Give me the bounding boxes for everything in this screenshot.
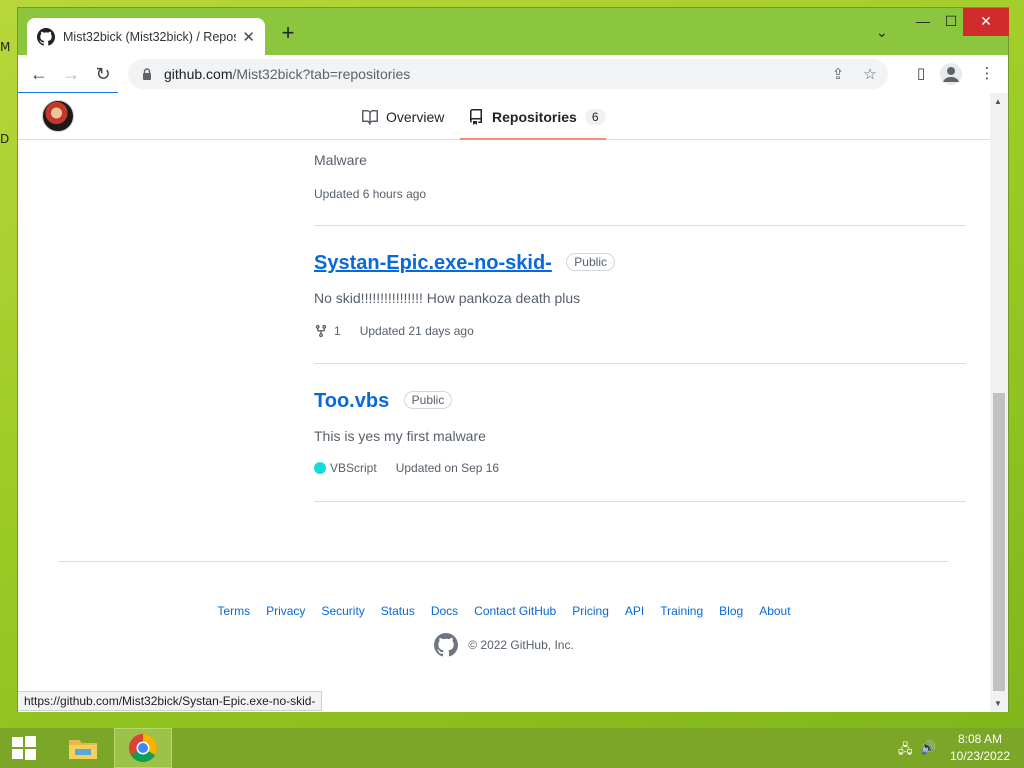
scroll-up-arrow-icon[interactable]: ▲: [994, 97, 1002, 106]
book-icon: [362, 109, 378, 125]
repo-description: Malware: [314, 152, 367, 168]
footer-link-status[interactable]: Status: [381, 604, 415, 618]
scroll-down-arrow-icon[interactable]: ▼: [994, 699, 1002, 708]
user-avatar[interactable]: [42, 100, 74, 132]
share-icon[interactable]: ⇪: [828, 65, 848, 85]
profile-nav: Overview Repositories 6: [18, 93, 990, 140]
tab-overview-label: Overview: [386, 109, 445, 125]
footer-link-about[interactable]: About: [759, 604, 790, 618]
side-panel-icon[interactable]: ▯: [910, 64, 932, 86]
clock-date: 10/23/2022: [949, 749, 1011, 763]
tab-title: Mist32bick (Mist32bick) / Repositories: [63, 30, 237, 44]
volume-icon[interactable]: 🔊: [920, 740, 936, 756]
tab-search-chevron-icon[interactable]: ⌄: [876, 24, 888, 41]
footer-link-docs[interactable]: Docs: [431, 604, 458, 618]
tab-repositories-label: Repositories: [492, 109, 577, 125]
lock-icon[interactable]: [142, 68, 152, 80]
clock-time: 8:08 AM: [957, 732, 1003, 746]
new-tab-button[interactable]: +: [276, 22, 300, 46]
visibility-badge: Public: [403, 391, 453, 409]
vertical-scrollbar[interactable]: ▲ ▼: [990, 93, 1008, 712]
repo-meta: VBScript Updated on Sep 16: [314, 461, 499, 475]
start-button[interactable]: [0, 728, 48, 768]
chrome-taskbar-button[interactable]: [114, 728, 172, 768]
tab-overview[interactable]: Overview: [362, 101, 444, 133]
footer-link-training[interactable]: Training: [660, 604, 703, 618]
tab-strip: Mist32bick (Mist32bick) / Repositories ✕…: [18, 8, 1009, 56]
repo-name-link[interactable]: Too.vbs: [314, 390, 389, 413]
repo-updated: Updated 6 hours ago: [314, 187, 427, 201]
address-bar[interactable]: github.com/Mist32bick?tab=repositories ⇪…: [128, 59, 888, 89]
footer-link-blog[interactable]: Blog: [719, 604, 743, 618]
repo-updated: Updated on Sep 16: [395, 461, 500, 475]
forward-arrow-icon[interactable]: →: [58, 61, 84, 87]
tab-close-icon[interactable]: ✕: [242, 28, 255, 46]
windows-logo-icon: [12, 736, 36, 760]
selected-tab-underline: [460, 138, 606, 140]
reload-icon[interactable]: ↻: [90, 61, 116, 87]
minimize-button[interactable]: —: [908, 8, 938, 36]
repo-meta: 1 Updated 21 days ago: [314, 323, 474, 339]
footer-copyright: © 2022 GitHub, Inc.: [18, 633, 990, 657]
network-icon[interactable]: 🖧: [898, 740, 913, 762]
repo-name-link[interactable]: Systan-Epic.exe-no-skid-: [314, 252, 552, 275]
visibility-badge: Public: [566, 253, 615, 271]
browser-tab[interactable]: Mist32bick (Mist32bick) / Repositories ✕: [27, 18, 265, 56]
browser-menu-icon[interactable]: ⋮: [976, 64, 998, 86]
chrome-icon: [129, 734, 157, 762]
system-clock[interactable]: 8:08 AM 10/23/2022: [940, 731, 1020, 765]
fork-count[interactable]: 1: [334, 324, 341, 338]
profile-avatar-icon[interactable]: [940, 63, 962, 85]
footer-link-pricing[interactable]: Pricing: [572, 604, 609, 618]
repo-count-badge: 6: [584, 109, 606, 125]
repo-updated: Updated 21 days ago: [359, 324, 474, 338]
footer-link-terms[interactable]: Terms: [217, 604, 250, 618]
page-viewport: Overview Repositories 6 Malware Updated …: [18, 93, 990, 712]
link-status-bubble: https://github.com/Mist32bick/Systan-Epi…: [18, 691, 323, 711]
taskbar: 🖧 🔊 8:08 AM 10/23/2022: [0, 728, 1024, 768]
repo-description: No skid!!!!!!!!!!!!!!!! How pankoza deat…: [314, 290, 581, 306]
maximize-button[interactable]: ☐: [936, 8, 966, 36]
fork-icon: [315, 324, 327, 338]
divider: [314, 363, 966, 364]
footer-links: Terms Privacy Security Status Docs Contact Gi…: [18, 604, 990, 618]
repo-language: VBScript: [330, 461, 377, 475]
file-explorer-button[interactable]: [54, 728, 112, 768]
copyright-text: © 2022 GitHub, Inc.: [468, 638, 574, 652]
browser-toolbar: ← → ↻ github.com/Mist32bick?tab=reposito…: [18, 55, 1008, 93]
repo-icon: [470, 109, 482, 125]
footer-link-contact-github[interactable]: Contact GitHub: [474, 604, 556, 618]
back-arrow-icon[interactable]: ←: [26, 61, 52, 87]
tab-repositories[interactable]: Repositories 6: [468, 101, 606, 133]
desktop-icon-label: M: [0, 40, 11, 54]
footer-link-privacy[interactable]: Privacy: [266, 604, 305, 618]
footer-link-security[interactable]: Security: [321, 604, 364, 618]
bookmark-star-icon[interactable]: ☆: [860, 65, 880, 85]
scrollbar-thumb[interactable]: [993, 393, 1005, 691]
footer-link-api[interactable]: API: [625, 604, 644, 618]
repo-description: This is yes my first malware: [314, 428, 486, 444]
browser-window: Mist32bick (Mist32bick) / Repositories ✕…: [17, 7, 1009, 712]
github-favicon-icon: [37, 28, 55, 46]
desktop-icon-label: D: [0, 132, 10, 146]
footer-divider: [58, 561, 948, 562]
folder-icon: [69, 740, 97, 759]
url-text: github.com/Mist32bick?tab=repositories: [164, 66, 411, 82]
divider: [314, 225, 966, 226]
close-window-button[interactable]: ✕: [963, 8, 1009, 36]
github-logo-icon[interactable]: [434, 633, 459, 657]
divider: [314, 501, 966, 502]
language-color-dot: [314, 462, 326, 474]
